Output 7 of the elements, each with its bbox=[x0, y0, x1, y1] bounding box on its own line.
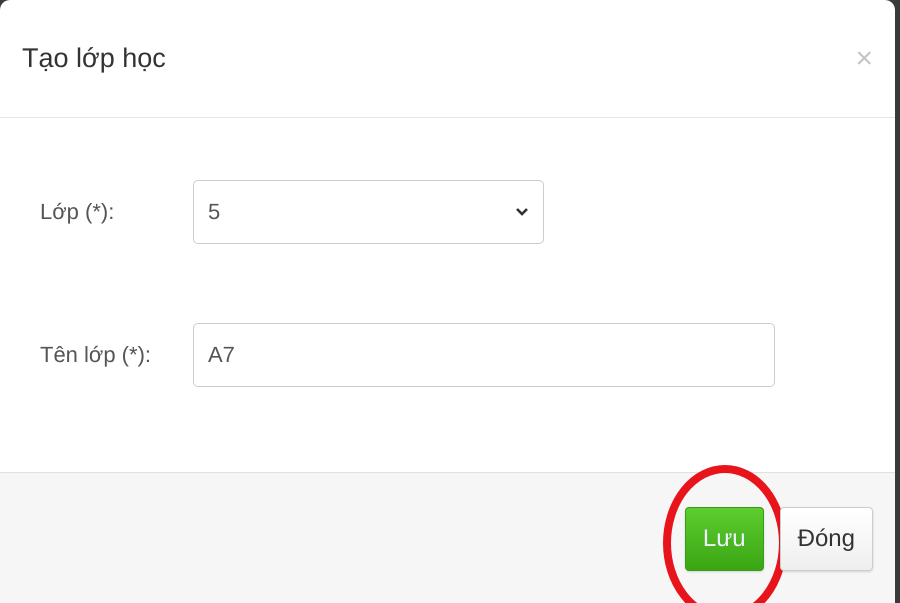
field-label: Lớp (*): bbox=[39, 199, 116, 225]
chevron-down-icon bbox=[515, 207, 529, 217]
field-label: Tên lớp (*): bbox=[39, 342, 152, 368]
class-name-field[interactable]: A7 bbox=[193, 323, 775, 387]
dialog-title: Tạo lớp học bbox=[22, 43, 166, 74]
class-select[interactable]: 5 bbox=[193, 180, 544, 244]
close-button[interactable]: Đóng bbox=[780, 507, 873, 571]
